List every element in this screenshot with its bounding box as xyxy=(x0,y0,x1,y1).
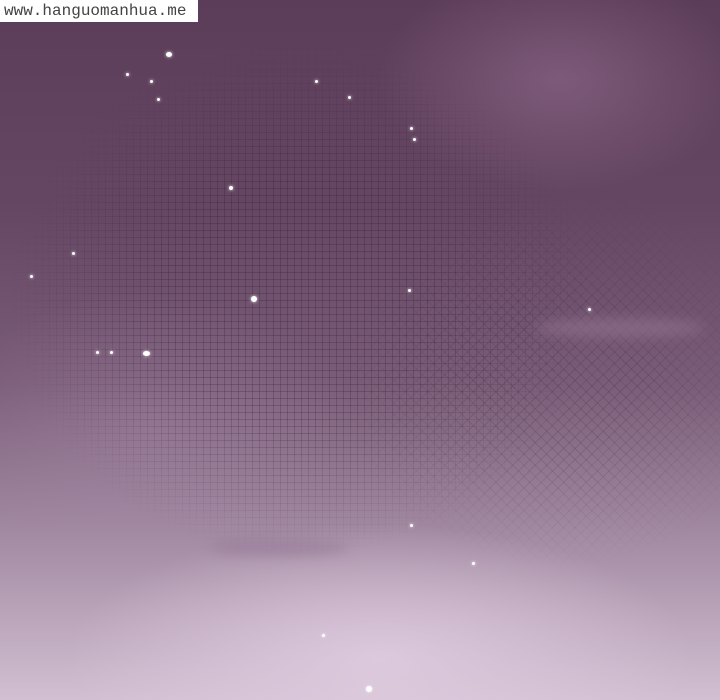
sparkle xyxy=(410,127,413,130)
sparkle xyxy=(322,634,325,637)
sparkle xyxy=(110,351,113,354)
comic-panel: www.hanguomanhua.me xyxy=(0,0,720,700)
sparkle xyxy=(166,52,172,57)
sparkle xyxy=(157,98,160,101)
sparkle xyxy=(315,80,318,83)
sparkle xyxy=(588,308,591,311)
sparkle xyxy=(229,186,233,190)
sparkle xyxy=(413,138,416,141)
blurred-light-streak xyxy=(535,318,705,338)
sparkle xyxy=(96,351,99,354)
sparkle xyxy=(366,686,372,692)
sparkle xyxy=(408,289,411,292)
sparkle xyxy=(72,252,75,255)
blurred-light-streak xyxy=(210,540,350,556)
sparkle xyxy=(150,80,153,83)
sparkle xyxy=(30,275,33,278)
sparkle xyxy=(410,524,413,527)
watermark-text: www.hanguomanhua.me xyxy=(0,0,199,22)
sparkle xyxy=(126,73,129,76)
sparkle xyxy=(472,562,475,565)
mesh-net-texture-secondary xyxy=(0,0,720,700)
sparkle xyxy=(348,96,351,99)
sparkle xyxy=(251,296,257,302)
sparkle xyxy=(143,351,150,356)
